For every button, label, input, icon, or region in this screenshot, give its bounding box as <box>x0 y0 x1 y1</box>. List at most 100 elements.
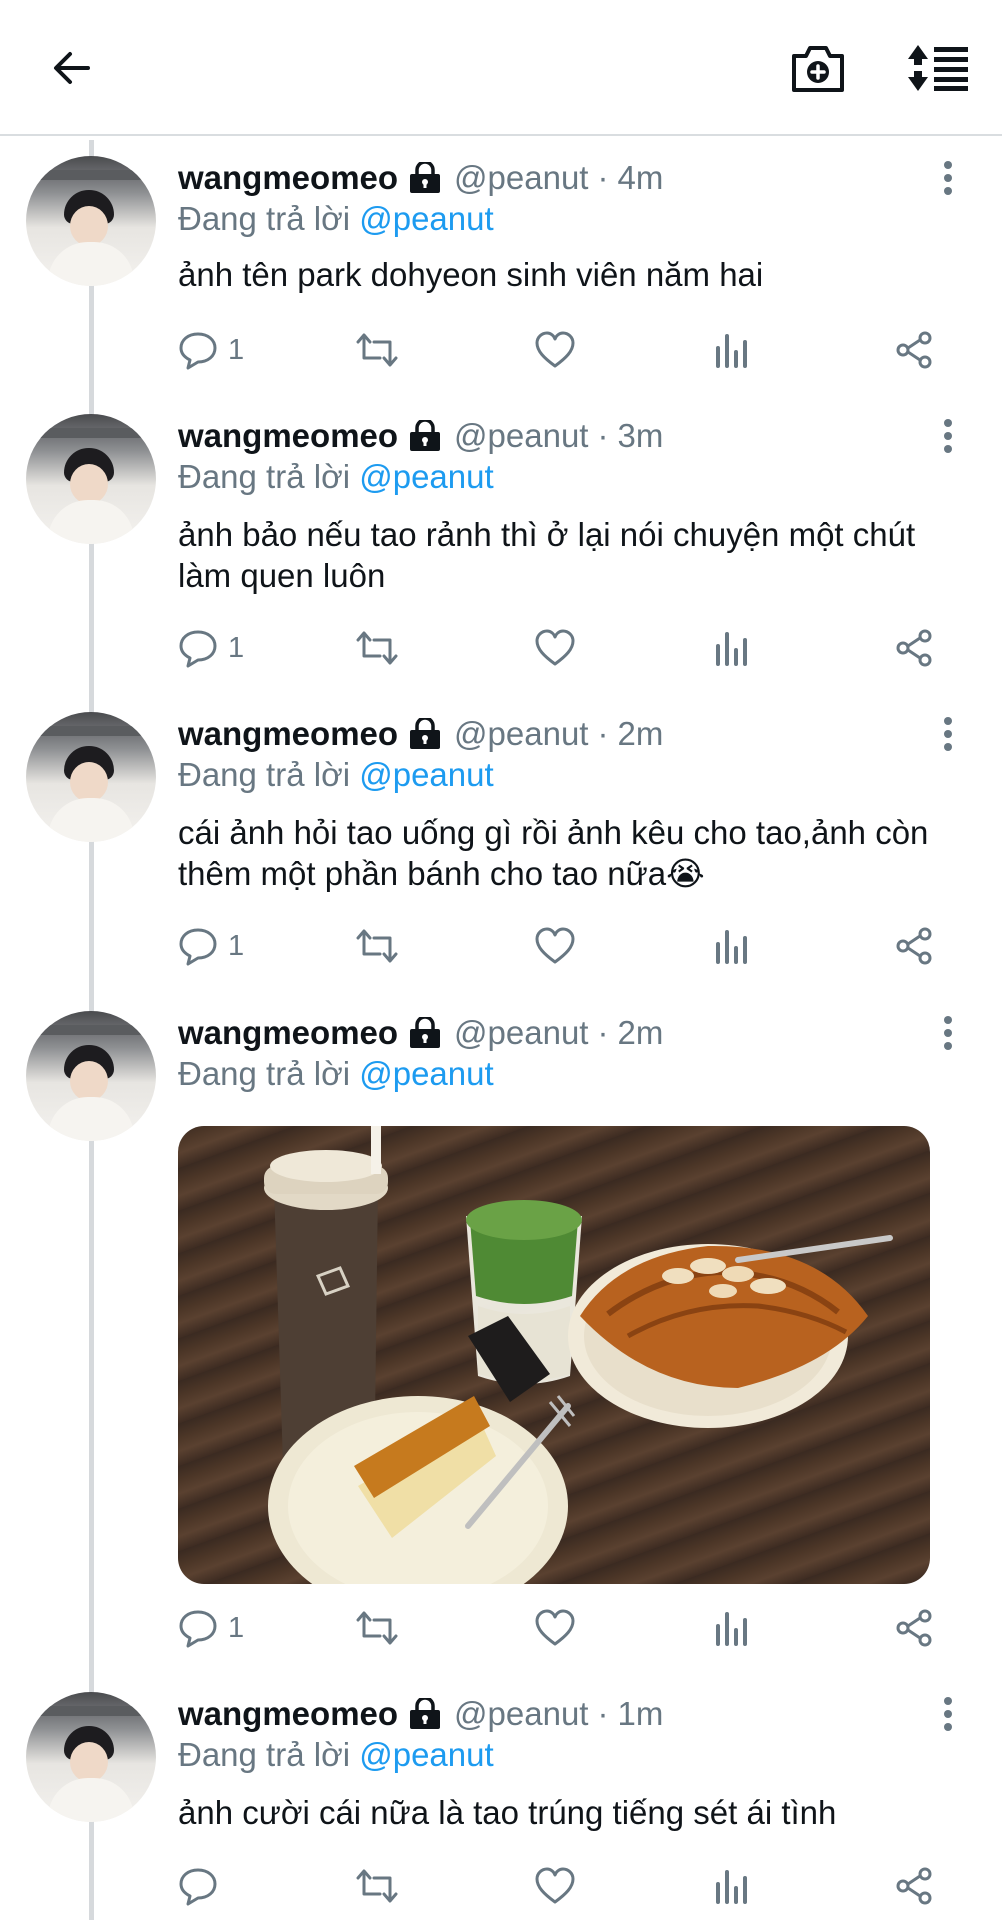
more-options-button[interactable] <box>930 414 966 458</box>
tweet-time[interactable]: 4m <box>617 159 663 197</box>
tweet-header: wangmeomeo @peanut · 2m <box>178 1011 663 1055</box>
tweet-header: wangmeomeo @peanut · 1m <box>178 1692 663 1736</box>
tweet-header: wangmeomeo @peanut · 3m <box>178 414 663 458</box>
tweet-photo[interactable] <box>178 1126 930 1584</box>
retweet-button[interactable] <box>354 624 400 672</box>
share-icon <box>896 331 932 369</box>
like-button[interactable] <box>534 1862 576 1910</box>
mention-link[interactable]: @peanut <box>359 1736 493 1773</box>
avatar[interactable] <box>26 414 156 544</box>
share-button[interactable] <box>894 1604 934 1652</box>
view-stats-button[interactable] <box>714 326 750 374</box>
retweet-button[interactable] <box>354 1862 400 1910</box>
reply-button[interactable]: 1 <box>178 922 244 970</box>
retweet-icon <box>356 929 398 963</box>
tweet-actions <box>178 1862 948 1910</box>
reply-button[interactable]: 1 <box>178 1604 244 1652</box>
share-button[interactable] <box>894 326 934 374</box>
like-button[interactable] <box>534 922 576 970</box>
tweet-time[interactable]: 3m <box>617 417 663 455</box>
user-handle[interactable]: @peanut <box>454 417 588 455</box>
like-button[interactable] <box>534 624 576 672</box>
bar-chart-icon <box>716 334 747 368</box>
reply-button[interactable]: 1 <box>178 326 244 374</box>
reply-count: 1 <box>228 929 245 962</box>
tweet-text: ảnh tên park dohyeon sinh viên năm hai <box>178 256 764 293</box>
camera-button[interactable] <box>786 36 850 100</box>
lock-icon <box>408 162 442 194</box>
retweet-button[interactable] <box>354 1604 400 1652</box>
user-handle[interactable]: @peanut <box>454 715 588 753</box>
tweet-text: cái ảnh hỏi tao uống gì rồi ảnh kêu cho … <box>178 814 929 892</box>
avatar[interactable] <box>26 712 156 842</box>
tweet-actions: 1 <box>178 326 948 374</box>
user-handle[interactable]: @peanut <box>454 1014 588 1052</box>
user-handle[interactable]: @peanut <box>454 159 588 197</box>
view-stats-button[interactable] <box>714 1862 750 1910</box>
tweet-time[interactable]: 2m <box>617 1014 663 1052</box>
separator-dot: · <box>597 417 609 454</box>
view-stats-button[interactable] <box>714 922 750 970</box>
avatar[interactable] <box>26 156 156 286</box>
retweet-button[interactable] <box>354 326 400 374</box>
heart-icon <box>535 1609 575 1646</box>
share-button[interactable] <box>894 624 934 672</box>
retweet-icon <box>356 1869 398 1903</box>
tweet-header: wangmeomeo @peanut · 4m <box>178 156 663 200</box>
heart-icon <box>535 1867 575 1904</box>
retweet-icon <box>356 333 398 367</box>
more-options-button[interactable] <box>930 712 966 756</box>
bar-chart-icon <box>716 1870 747 1904</box>
reply-count: 1 <box>228 631 245 664</box>
avatar[interactable] <box>26 1692 156 1822</box>
more-vertical-icon <box>944 419 952 453</box>
mention-link[interactable]: @peanut <box>359 200 493 237</box>
like-button[interactable] <box>534 326 576 374</box>
avatar[interactable] <box>26 1011 156 1141</box>
heart-icon <box>535 927 575 964</box>
reply-button[interactable] <box>178 1862 228 1910</box>
bar-chart-icon <box>716 1612 747 1646</box>
arrow-left-icon <box>54 52 90 84</box>
lock-icon <box>408 1017 442 1049</box>
view-stats-button[interactable] <box>714 1604 750 1652</box>
user-handle[interactable]: @peanut <box>454 1695 588 1733</box>
user-name[interactable]: wangmeomeo <box>178 715 398 753</box>
mention-link[interactable]: @peanut <box>359 756 493 793</box>
lock-icon <box>408 718 442 750</box>
sort-thread-icon <box>908 45 968 91</box>
reply-button[interactable]: 1 <box>178 624 244 672</box>
reply-icon <box>179 928 217 966</box>
user-name[interactable]: wangmeomeo <box>178 159 398 197</box>
replying-to: Đang trả lời @peanut <box>178 1055 494 1093</box>
more-vertical-icon <box>944 161 952 195</box>
replying-to: Đang trả lời @peanut <box>178 200 494 238</box>
like-button[interactable] <box>534 1604 576 1652</box>
replying-to: Đang trả lời @peanut <box>178 458 494 496</box>
more-options-button[interactable] <box>930 1011 966 1055</box>
separator-dot: · <box>597 715 609 752</box>
share-button[interactable] <box>894 1862 934 1910</box>
tweet-actions: 1 <box>178 1604 948 1652</box>
more-options-button[interactable] <box>930 1692 966 1736</box>
mention-link[interactable]: @peanut <box>359 1055 493 1092</box>
user-name[interactable]: wangmeomeo <box>178 1695 398 1733</box>
sort-button[interactable] <box>906 36 970 100</box>
back-button[interactable] <box>40 36 104 100</box>
tweet-actions: 1 <box>178 922 948 970</box>
user-name[interactable]: wangmeomeo <box>178 417 398 455</box>
reply-count: 1 <box>228 333 245 366</box>
mention-link[interactable]: @peanut <box>359 458 493 495</box>
retweet-icon <box>356 1611 398 1645</box>
heart-icon <box>535 629 575 666</box>
more-options-button[interactable] <box>930 156 966 200</box>
tweet-time[interactable]: 2m <box>617 715 663 753</box>
reply-icon <box>179 630 217 668</box>
user-name[interactable]: wangmeomeo <box>178 1014 398 1052</box>
view-stats-button[interactable] <box>714 624 750 672</box>
tweet-time[interactable]: 1m <box>617 1695 663 1733</box>
bar-chart-icon <box>716 930 747 964</box>
share-button[interactable] <box>894 922 934 970</box>
retweet-button[interactable] <box>354 922 400 970</box>
replying-prefix: Đang trả lời <box>178 756 351 793</box>
